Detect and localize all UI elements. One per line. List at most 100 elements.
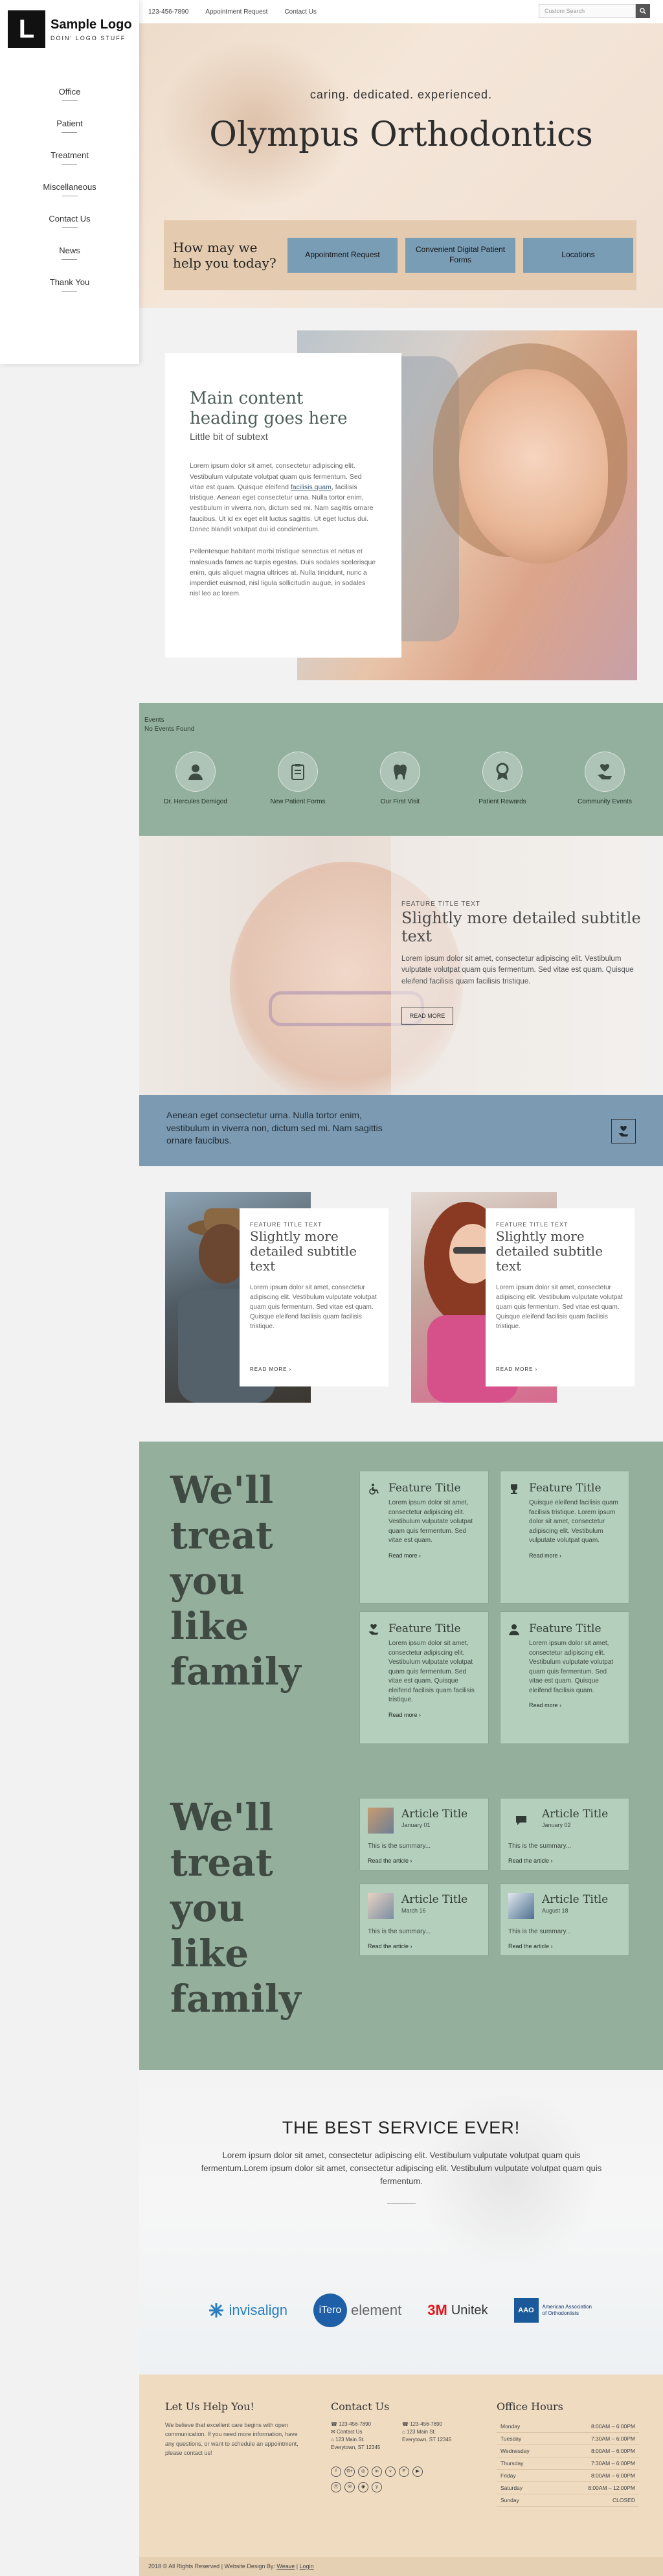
read-more-link: Read more › (388, 1711, 421, 1718)
blog-icon[interactable]: ◉ (358, 2482, 368, 2492)
main-heading: Main content heading goes here (190, 389, 348, 429)
callout-text: Aenean eget consectetur urna. Nulla tort… (166, 1110, 383, 1146)
feature-body: Lorem ipsum dolor sit amet, consectetur … (496, 1284, 623, 1330)
logo-title: Sample Logo (51, 17, 132, 32)
nav-miscellaneous[interactable]: Miscellaneous (43, 179, 96, 211)
main-paragraph-2: Pellentesque habitant morbi tristique se… (190, 547, 376, 598)
contact-link[interactable]: ✉ Contact Us (331, 2428, 389, 2436)
event-item-first-visit[interactable]: Our First Visit (352, 752, 449, 805)
facebook-icon[interactable]: f (331, 2467, 341, 2477)
appointment-request-link[interactable]: Appointment Request (205, 8, 267, 16)
event-item-new-patient-forms[interactable]: New Patient Forms (249, 752, 346, 805)
hand-tooth-icon (368, 1622, 381, 1718)
address-1[interactable]: ⌂ 123 Main St. Everytown, ST 12345 (331, 2436, 389, 2452)
family-headline-2: We'll treat you like family (170, 1795, 301, 2021)
footer-hours: Office Hours Monday 8:00AM – 6:00PM Tuesd… (497, 2400, 639, 2507)
patient-forms-button[interactable]: Convenient Digital Patient Forms (405, 238, 515, 273)
read-more-button[interactable]: READ MORE (401, 1007, 453, 1025)
weave-link[interactable]: Weave (276, 2563, 295, 2570)
content-card: Main content heading goes here Little bi… (165, 353, 401, 658)
event-item-patient-rewards[interactable]: Patient Rewards (454, 752, 551, 805)
logo-tagline: DOIN' LOGO STUFF (51, 34, 126, 41)
feature-title: Slightly more detailed subtitle text (496, 1228, 603, 1274)
main-subtext: Little bit of subtext (190, 431, 268, 443)
read-more-link[interactable]: READ MORE › (250, 1366, 291, 1372)
events-label: Events (144, 717, 164, 724)
instagram-icon[interactable]: ◎ (358, 2467, 368, 2477)
phone-link-2[interactable]: ☎ 123-456-7890 (402, 2421, 460, 2428)
feature-kicker: FEATURE TITLE TEXT (250, 1221, 322, 1228)
read-article-link: Read the article › (368, 1943, 412, 1949)
social-icons: f G+ ◎ in v P ▶ Ⓨ ✉ ◉ y (331, 2462, 467, 2493)
read-more-link: Read more › (529, 1702, 562, 1708)
article-card-1[interactable]: Article Title January 01 This is the summ… (359, 1798, 489, 1870)
read-article-link: Read the article › (508, 1857, 553, 1864)
review-icon[interactable]: y (372, 2482, 382, 2492)
youtube-icon[interactable]: ▶ (412, 2467, 423, 2477)
person-icon (508, 1622, 521, 1708)
hand-heart-icon (585, 752, 625, 792)
feature-kicker: FEATURE TITLE TEXT (401, 901, 480, 908)
event-item-doctor[interactable]: Dr. Hercules Demigod (147, 752, 244, 805)
pinterest-icon[interactable]: P (399, 2467, 409, 2477)
read-more-link[interactable]: READ MORE › (496, 1366, 537, 1372)
hero-tagline: caring. dedicated. experienced. (309, 88, 493, 101)
search-button[interactable] (636, 4, 650, 18)
article-thumbnail (508, 1893, 534, 1919)
google-plus-icon[interactable]: G+ (344, 2467, 355, 2477)
address-2[interactable]: ⌂ 123 Main St. Everytown, ST 12345 (402, 2428, 460, 2444)
nav-thank-you[interactable]: Thank You (50, 275, 89, 306)
top-bar: 123-456-7890 Appointment Request Contact… (139, 0, 663, 23)
linkedin-icon[interactable]: in (372, 2467, 382, 2477)
event-item-community-events[interactable]: Community Events (556, 752, 653, 805)
read-more-link: Read more › (388, 1552, 421, 1559)
search-input[interactable]: Custom Search (539, 4, 636, 18)
callout-button[interactable] (611, 1119, 636, 1144)
nav-treatment[interactable]: Treatment (51, 148, 89, 179)
invisalign-logo[interactable]: invisalign (208, 2302, 287, 2319)
logo[interactable]: L Sample Logo DOIN' LOGO STUFF (8, 10, 132, 48)
locations-button[interactable]: Locations (523, 238, 633, 273)
wheelchair-icon (368, 1482, 381, 1559)
email-icon[interactable]: ✉ (344, 2482, 355, 2492)
article-card-4[interactable]: Article Title August 18 This is the summa… (500, 1883, 629, 1956)
feature-body: Lorem ipsum dolor sit amet, consectetur … (401, 955, 634, 985)
feature-card-d[interactable]: Feature Title Lorem ipsum dolor sit amet,… (500, 1611, 629, 1744)
events-section: Events No Events Found Dr. Hercules Demig… (139, 703, 663, 836)
feature-card-c[interactable]: Feature Title Lorem ipsum dolor sit amet,… (359, 1611, 489, 1744)
phone-link[interactable]: 123-456-7890 (148, 8, 188, 16)
article-card-2[interactable]: Article Title January 02 This is the summ… (500, 1798, 629, 1870)
best-service-text: Lorem ipsum dolor sit amet, consectetur … (201, 2150, 602, 2187)
copyright-bar: 2018 © All Rights Reserved | Website Des… (139, 2557, 663, 2576)
nav-contact-us[interactable]: Contact Us (49, 211, 90, 243)
inline-link[interactable]: facilisis quam (291, 483, 332, 491)
footer-contact: Contact Us ☎ 123-456-7890 ✉ Contact Us ⌂… (331, 2400, 467, 2493)
partner-logos: invisalign iTero element 3M Unitek AAO A… (139, 2294, 663, 2327)
article-card-3[interactable]: Article Title March 16 This is the summar… (359, 1883, 489, 1956)
best-service-section: THE BEST SERVICE EVER! Lorem ipsum dolor… (139, 2070, 663, 2375)
vimeo-icon[interactable]: v (385, 2467, 396, 2477)
family-section: We'll treat you like family Feature Title Lor… (139, 1442, 663, 2070)
login-link[interactable]: Login (300, 2563, 314, 2570)
blue-callout: Aenean eget consectetur urna. Nulla tort… (139, 1095, 663, 1166)
feature-body: Lorem ipsum dolor sit amet, consectetur … (250, 1284, 377, 1330)
feature-card-b[interactable]: Feature Title Quisque eleifend facilisis … (500, 1471, 629, 1604)
family-headline-1: We'll treat you like family (170, 1468, 301, 1694)
search-icon (640, 8, 646, 14)
nav-patient[interactable]: Patient (56, 116, 82, 148)
nav-news[interactable]: News (59, 243, 80, 275)
phone-link[interactable]: ☎ 123-456-7890 (331, 2421, 389, 2428)
contact-us-link[interactable]: Contact Us (284, 8, 316, 16)
feature-card-a[interactable]: Feature Title Lorem ipsum dolor sit amet,… (359, 1471, 489, 1604)
appointment-request-button[interactable]: Appointment Request (287, 238, 398, 273)
doctor-icon (175, 752, 216, 792)
yelp-icon[interactable]: Ⓨ (331, 2482, 341, 2492)
hero-title: Olympus Orthodontics (209, 115, 593, 154)
trophy-icon (508, 1482, 521, 1559)
main-content-section: Main content heading goes here Little bi… (139, 308, 663, 703)
aao-logo[interactable]: AAO American Association of Orthodontist… (513, 2298, 594, 2323)
itero-logo[interactable]: iTero element (313, 2294, 401, 2327)
3m-unitek-logo[interactable]: 3M Unitek (427, 2302, 488, 2319)
article-thumbnail (368, 1893, 394, 1919)
nav-office[interactable]: Office (59, 84, 81, 116)
